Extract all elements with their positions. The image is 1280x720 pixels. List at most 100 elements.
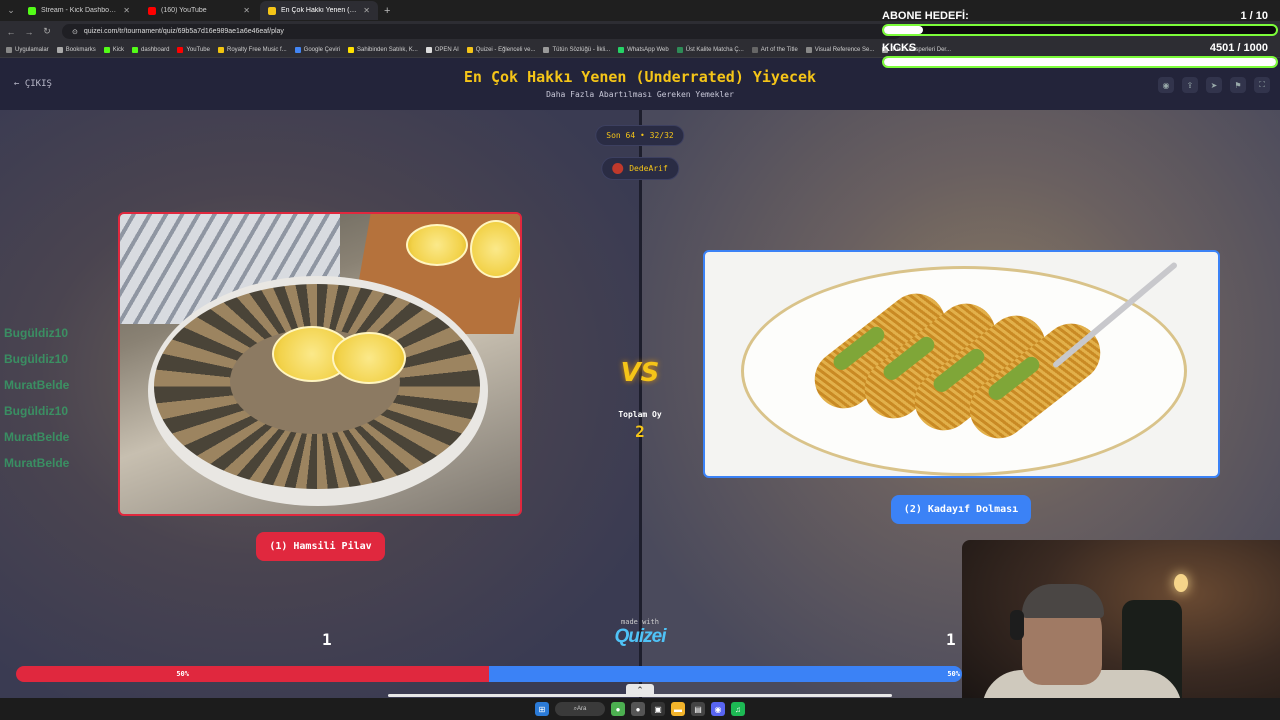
reload-icon[interactable]: ↻ bbox=[40, 26, 54, 37]
bookmark-item[interactable]: Art of the Title bbox=[751, 46, 798, 53]
username: DedeArif bbox=[629, 164, 668, 173]
chevron-up-icon[interactable]: ⌃ bbox=[626, 684, 654, 696]
bookmark-item[interactable]: Royalty Free Music f... bbox=[217, 46, 287, 53]
avatar bbox=[612, 163, 624, 174]
bookmark-item[interactable]: Bookmarks bbox=[56, 46, 96, 53]
back-icon[interactable]: ← bbox=[4, 27, 18, 37]
webcam-overlay bbox=[962, 540, 1280, 720]
tab-title: En Çok Hakkı Yenen (Underrated) bbox=[281, 7, 359, 14]
header-actions: ◉ ⇪ ➤ ⚑ ⛶ bbox=[1158, 77, 1270, 93]
left-percent: 50% bbox=[176, 670, 189, 678]
discord-icon[interactable]: ◉ bbox=[711, 702, 725, 716]
lamp bbox=[1174, 574, 1188, 592]
flag-icon[interactable]: ⚑ bbox=[1230, 77, 1246, 93]
tab-kick-dashboard[interactable]: Stream - Kick Dashboard ✕ bbox=[20, 1, 138, 20]
openai-icon bbox=[425, 46, 432, 53]
folder-icon[interactable]: ▬ bbox=[671, 702, 685, 716]
sub-goal-overlay: ABONE HEDEFİ: 1 / 10 KICKS 4501 / 1000 bbox=[882, 10, 1280, 68]
globe-icon bbox=[805, 46, 812, 53]
vote-progress-bar: 50% 50% bbox=[16, 666, 962, 682]
chat-overlay: Bugüldiz10 Bugüldiz10 MuratBelde Bugüldi… bbox=[4, 320, 69, 476]
bookmark-item[interactable]: Kick bbox=[103, 46, 124, 53]
task-view-icon[interactable]: ▣ bbox=[651, 702, 665, 716]
sub-goal-bar bbox=[882, 24, 1278, 36]
forward-icon[interactable]: → bbox=[22, 27, 36, 37]
address-bar[interactable]: ⊙ quizei.com/tr/tournament/quiz/69b5a7d1… bbox=[62, 24, 902, 39]
bookmark-item[interactable]: Sahibinden Satılık, K... bbox=[348, 46, 418, 53]
apps-icon bbox=[6, 46, 12, 53]
vote-left-button[interactable]: (1) Hamsili Pilav bbox=[256, 532, 385, 561]
user-badge: DedeArif bbox=[601, 157, 679, 180]
tab-youtube[interactable]: (160) YouTube ✕ bbox=[140, 1, 258, 20]
sahibinden-icon bbox=[348, 46, 355, 53]
globe-icon bbox=[751, 46, 758, 53]
bookmark-item[interactable]: OPEN AI bbox=[425, 46, 459, 53]
chat-line: Bugüldiz10 bbox=[4, 326, 69, 340]
youtube-icon bbox=[148, 6, 156, 15]
right-progress: 50% bbox=[489, 666, 962, 682]
quizei-icon bbox=[466, 46, 473, 53]
round-badge: Son 64 • 32/32 bbox=[595, 125, 685, 146]
sub-goal-value: 1 / 10 bbox=[1240, 10, 1268, 22]
kick-icon bbox=[103, 46, 110, 53]
taskbar: ⊞ ⌕ Ara ● ● ▣ ▬ ▤ ◉ ♫ bbox=[0, 698, 1280, 720]
send-icon[interactable]: ➤ bbox=[1206, 77, 1222, 93]
bookmark-apps[interactable]: Uygulamalar bbox=[6, 46, 49, 53]
chat-line: Bugüldiz10 bbox=[4, 404, 69, 418]
tab-title: Stream - Kick Dashboard bbox=[41, 7, 119, 14]
bookmark-item[interactable]: Visual Reference Se... bbox=[805, 46, 874, 53]
music-icon bbox=[217, 46, 224, 53]
bookmark-item[interactable]: YouTube bbox=[177, 46, 210, 53]
lemon-slice bbox=[406, 224, 468, 266]
terminal-icon[interactable]: ▤ bbox=[691, 702, 705, 716]
vote-right-button[interactable]: (2) Kadayıf Dolması bbox=[891, 495, 1031, 524]
left-vote-count: 1 bbox=[322, 630, 332, 649]
bookmark-item[interactable]: Quizei - Eğlenceli ve... bbox=[466, 46, 535, 53]
globe-icon bbox=[543, 46, 550, 53]
spotify-icon[interactable]: ♫ bbox=[731, 702, 745, 716]
quizei-logo[interactable]: Quizei bbox=[600, 626, 680, 648]
kicks-bar bbox=[882, 56, 1278, 68]
whatsapp-icon bbox=[618, 46, 625, 53]
tab-menu-icon[interactable]: ⌄ bbox=[4, 5, 18, 16]
new-tab-button[interactable]: + bbox=[384, 5, 390, 17]
fullscreen-icon[interactable]: ⛶ bbox=[1254, 77, 1270, 93]
taskbar-search[interactable]: ⌕ Ara bbox=[555, 702, 605, 716]
url-text: quizei.com/tr/tournament/quiz/69b5a7d16e… bbox=[83, 28, 284, 35]
bookmark-item[interactable]: dashboard bbox=[132, 46, 169, 53]
option-right-image[interactable] bbox=[703, 250, 1220, 478]
eye-icon[interactable]: ◉ bbox=[1158, 77, 1174, 93]
kick-icon bbox=[28, 6, 36, 15]
bookmark-item[interactable]: Üst Kalite Matcha Ç... bbox=[676, 46, 744, 53]
page-subtitle: Daha Fazla Abartılması Gereken Yemekler bbox=[546, 90, 734, 99]
windows-start-icon[interactable]: ⊞ bbox=[535, 702, 549, 716]
chrome-alt-icon[interactable]: ● bbox=[631, 702, 645, 716]
bookmark-item[interactable]: Google Çeviri bbox=[294, 46, 340, 53]
bookmark-item[interactable]: Tütün Sözlüğü - İlkli... bbox=[543, 46, 610, 53]
person-hair bbox=[1022, 584, 1104, 618]
lemon-slice bbox=[470, 220, 520, 278]
page-title: En Çok Hakkı Yenen (Underrated) Yiyecek bbox=[463, 68, 817, 86]
translate-icon bbox=[294, 46, 301, 53]
made-with-label: made with bbox=[621, 618, 659, 626]
quizei-icon bbox=[268, 6, 276, 15]
kicks-label: KICKS bbox=[882, 42, 917, 54]
star-icon bbox=[56, 46, 63, 53]
tab-quizei[interactable]: En Çok Hakkı Yenen (Underrated) ✕ bbox=[260, 1, 378, 20]
option-left-image[interactable] bbox=[118, 212, 522, 516]
tab-title: (160) YouTube bbox=[161, 7, 207, 14]
kicks-value: 4501 / 1000 bbox=[1209, 42, 1268, 54]
right-percent: 50% bbox=[947, 670, 960, 678]
site-info-icon[interactable]: ⊙ bbox=[72, 28, 78, 36]
close-tab-icon[interactable]: ✕ bbox=[243, 6, 250, 15]
share-icon[interactable]: ⇪ bbox=[1182, 77, 1198, 93]
close-tab-icon[interactable]: ✕ bbox=[363, 6, 370, 15]
close-tab-icon[interactable]: ✕ bbox=[123, 6, 130, 15]
sub-goal-label: ABONE HEDEFİ: bbox=[882, 10, 969, 22]
bookmark-item[interactable]: WhatsApp Web bbox=[618, 46, 669, 53]
headset bbox=[1010, 610, 1024, 640]
chrome-icon[interactable]: ● bbox=[611, 702, 625, 716]
center-divider bbox=[639, 110, 642, 698]
sub-goal-fill bbox=[884, 26, 924, 34]
kicks-fill bbox=[884, 58, 1276, 66]
